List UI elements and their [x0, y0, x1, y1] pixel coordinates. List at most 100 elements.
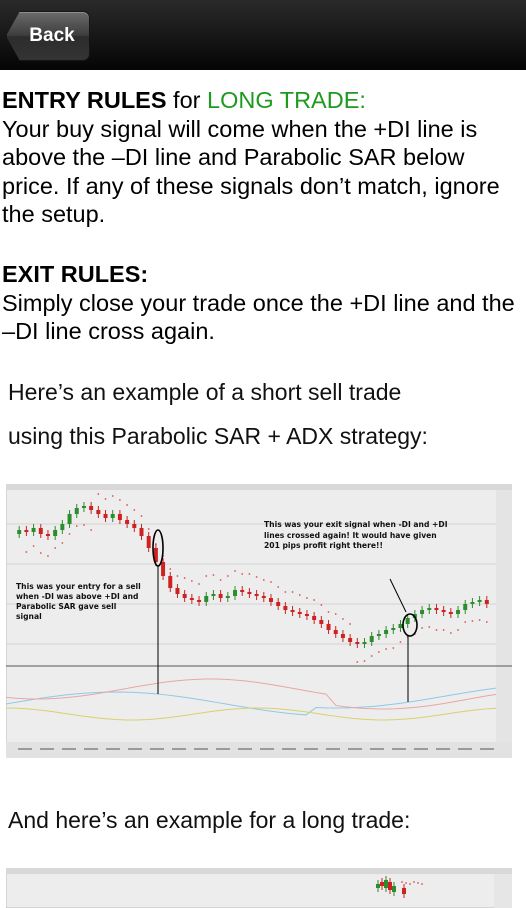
candle-body	[67, 514, 72, 524]
candle-body	[218, 594, 223, 598]
sar-dot	[342, 618, 344, 620]
sar-dot	[140, 515, 143, 517]
time-tick-label	[348, 748, 362, 750]
sar-dot	[183, 577, 186, 579]
candle-body	[17, 530, 22, 534]
candle-body	[211, 594, 216, 596]
price-axis	[494, 874, 512, 908]
candle-body	[362, 642, 367, 644]
sar-dot	[248, 573, 251, 575]
exit-rules-text: Simply close your trade once the +DI lin…	[2, 289, 522, 345]
time-tick-label	[62, 748, 76, 750]
candle-body	[24, 530, 29, 532]
entry-annotation: This was your entry for a sell when -DI …	[16, 582, 141, 621]
sar-dot	[270, 581, 272, 583]
sar-dot	[435, 629, 438, 631]
sar-dot	[421, 627, 423, 629]
sar-dot	[190, 580, 193, 582]
sar-dot	[47, 555, 49, 557]
time-tick-label	[150, 748, 164, 750]
sar-dot	[449, 632, 452, 634]
candle-body	[477, 600, 482, 602]
candle-body	[484, 600, 489, 604]
candle-body	[247, 592, 252, 594]
long-example-text: And here’s an example for a long trade:	[8, 807, 411, 833]
sar-dot	[212, 574, 215, 576]
candle-body	[96, 510, 101, 514]
candle-body	[31, 528, 36, 532]
candle-body	[384, 630, 389, 634]
exit-annotation-text: This was your exit signal when -DI and +…	[264, 520, 448, 550]
short-trade-chart-image: This was your entry for a sell when -DI …	[5, 483, 513, 759]
candle-body	[139, 528, 144, 536]
candle-body	[340, 634, 345, 638]
time-tick-label	[40, 748, 54, 750]
sar-dot	[169, 568, 172, 570]
sar-dot	[428, 626, 431, 628]
candle-body	[132, 524, 137, 528]
long-trade-chart-image	[6, 868, 512, 908]
candle-body	[434, 608, 439, 610]
time-tick-label	[326, 748, 340, 750]
candle-body	[384, 880, 388, 888]
candle-body	[175, 588, 180, 594]
candle-body	[448, 612, 453, 614]
candle-body	[402, 888, 406, 894]
candle-body	[261, 596, 266, 598]
candle-body	[168, 576, 173, 588]
candle-body	[204, 596, 209, 602]
entry-rules-text: Your buy signal will come when the +DI l…	[2, 115, 507, 228]
candle-body	[268, 598, 273, 602]
candle-body	[240, 590, 245, 592]
candle-body	[297, 612, 302, 614]
sar-dot	[298, 594, 301, 596]
candle-body	[312, 616, 317, 620]
sar-dot	[75, 525, 78, 527]
chart-header-strip	[6, 868, 512, 874]
sar-dot	[457, 629, 459, 631]
sar-dot	[32, 545, 35, 547]
candle-body	[45, 534, 50, 536]
candle-body	[388, 882, 392, 890]
sar-dot	[39, 552, 42, 554]
long-trade-label: LONG TRADE:	[207, 87, 366, 113]
sar-dot	[61, 542, 64, 544]
time-tick-label	[216, 748, 230, 750]
time-tick-label	[304, 748, 318, 750]
candle-body	[290, 610, 295, 612]
sar-dot	[442, 629, 445, 631]
sar-dot	[377, 651, 380, 653]
sar-dot	[219, 579, 222, 581]
candle-body	[60, 524, 65, 530]
candle-body	[38, 528, 43, 534]
sar-dot	[25, 551, 28, 553]
candle-body	[376, 884, 380, 888]
candle-body	[463, 604, 468, 610]
candle-body	[405, 618, 410, 624]
sar-dot	[349, 623, 352, 625]
candle-body	[420, 610, 425, 614]
time-tick-label	[480, 748, 494, 750]
sar-dot	[111, 495, 114, 497]
candle-body	[161, 562, 166, 576]
candle-body	[333, 630, 338, 634]
sar-dot	[464, 621, 467, 623]
candle-body	[304, 614, 309, 616]
candle-body	[233, 590, 238, 596]
sar-dot	[291, 591, 294, 593]
candle-body	[392, 886, 396, 892]
sar-dot	[401, 881, 403, 883]
sar-dot	[392, 647, 395, 649]
sar-dot	[104, 498, 107, 500]
sar-dot	[370, 655, 373, 657]
candle-body	[348, 638, 353, 642]
sar-dot	[97, 493, 100, 495]
sar-dot	[405, 882, 407, 884]
candle-body	[470, 602, 475, 604]
back-button[interactable]: Back	[6, 11, 90, 61]
candle-body	[427, 608, 432, 610]
sar-dot	[198, 583, 200, 585]
time-tick-label	[260, 748, 274, 750]
time-tick-label	[18, 748, 32, 750]
candle-body	[110, 514, 115, 518]
